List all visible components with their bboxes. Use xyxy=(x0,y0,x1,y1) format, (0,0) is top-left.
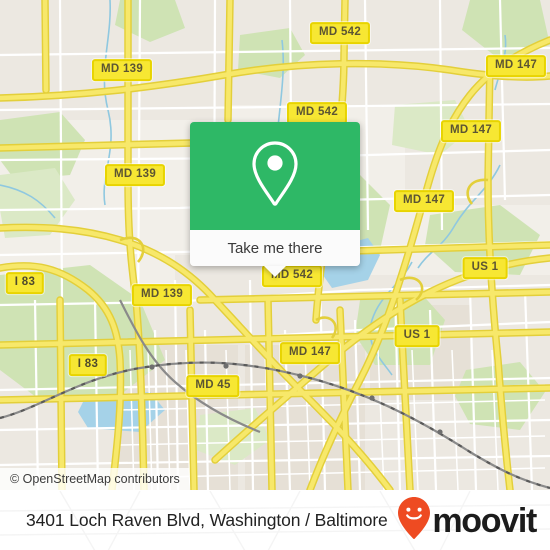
moovit-logo[interactable]: moovit xyxy=(397,496,537,545)
road-shield-us1-east[interactable]: US 1 xyxy=(462,257,508,279)
moovit-wordmark: moovit xyxy=(432,501,537,540)
road-shield-md139-center[interactable]: MD 139 xyxy=(131,284,193,306)
road-shield-i83-northwest[interactable]: I 83 xyxy=(5,272,45,294)
road-shield-md147-south[interactable]: MD 147 xyxy=(279,342,341,364)
map-attribution[interactable]: © OpenStreetMap contributors xyxy=(0,468,189,490)
road-shield-md139-west[interactable]: MD 139 xyxy=(104,164,166,186)
map-canvas[interactable]: MD 542 MD 139 MD 147 MD 542 MD 147 MD 13… xyxy=(0,0,550,490)
road-shield-i83-southwest[interactable]: I 83 xyxy=(68,354,108,376)
callout-pointer-tail xyxy=(264,266,286,277)
moovit-map-screenshot: MD 542 MD 139 MD 147 MD 542 MD 147 MD 13… xyxy=(0,0,550,550)
road-shield-md147-mideast[interactable]: MD 147 xyxy=(393,190,455,212)
road-shield-md542-north[interactable]: MD 542 xyxy=(309,22,371,44)
road-shield-us1-southeast[interactable]: US 1 xyxy=(394,325,440,347)
footer-bar: 3401 Loch Raven Blvd, Washington / Balti… xyxy=(0,490,550,550)
road-shield-md139-north[interactable]: MD 139 xyxy=(91,59,153,81)
road-shield-md45-south[interactable]: MD 45 xyxy=(186,375,240,397)
road-shield-md147-northeast[interactable]: MD 147 xyxy=(485,55,547,77)
map-pin-icon xyxy=(247,138,303,215)
take-me-there-button[interactable]: Take me there xyxy=(190,230,360,266)
callout-pin-area xyxy=(190,122,360,230)
location-callout-card[interactable]: Take me there xyxy=(190,122,360,277)
road-shield-md542-center-north[interactable]: MD 542 xyxy=(286,102,348,124)
road-shield-md147-east[interactable]: MD 147 xyxy=(440,120,502,142)
footer-address-label: 3401 Loch Raven Blvd, Washington / Balti… xyxy=(26,510,388,530)
moovit-smile-pin-icon xyxy=(397,496,431,545)
